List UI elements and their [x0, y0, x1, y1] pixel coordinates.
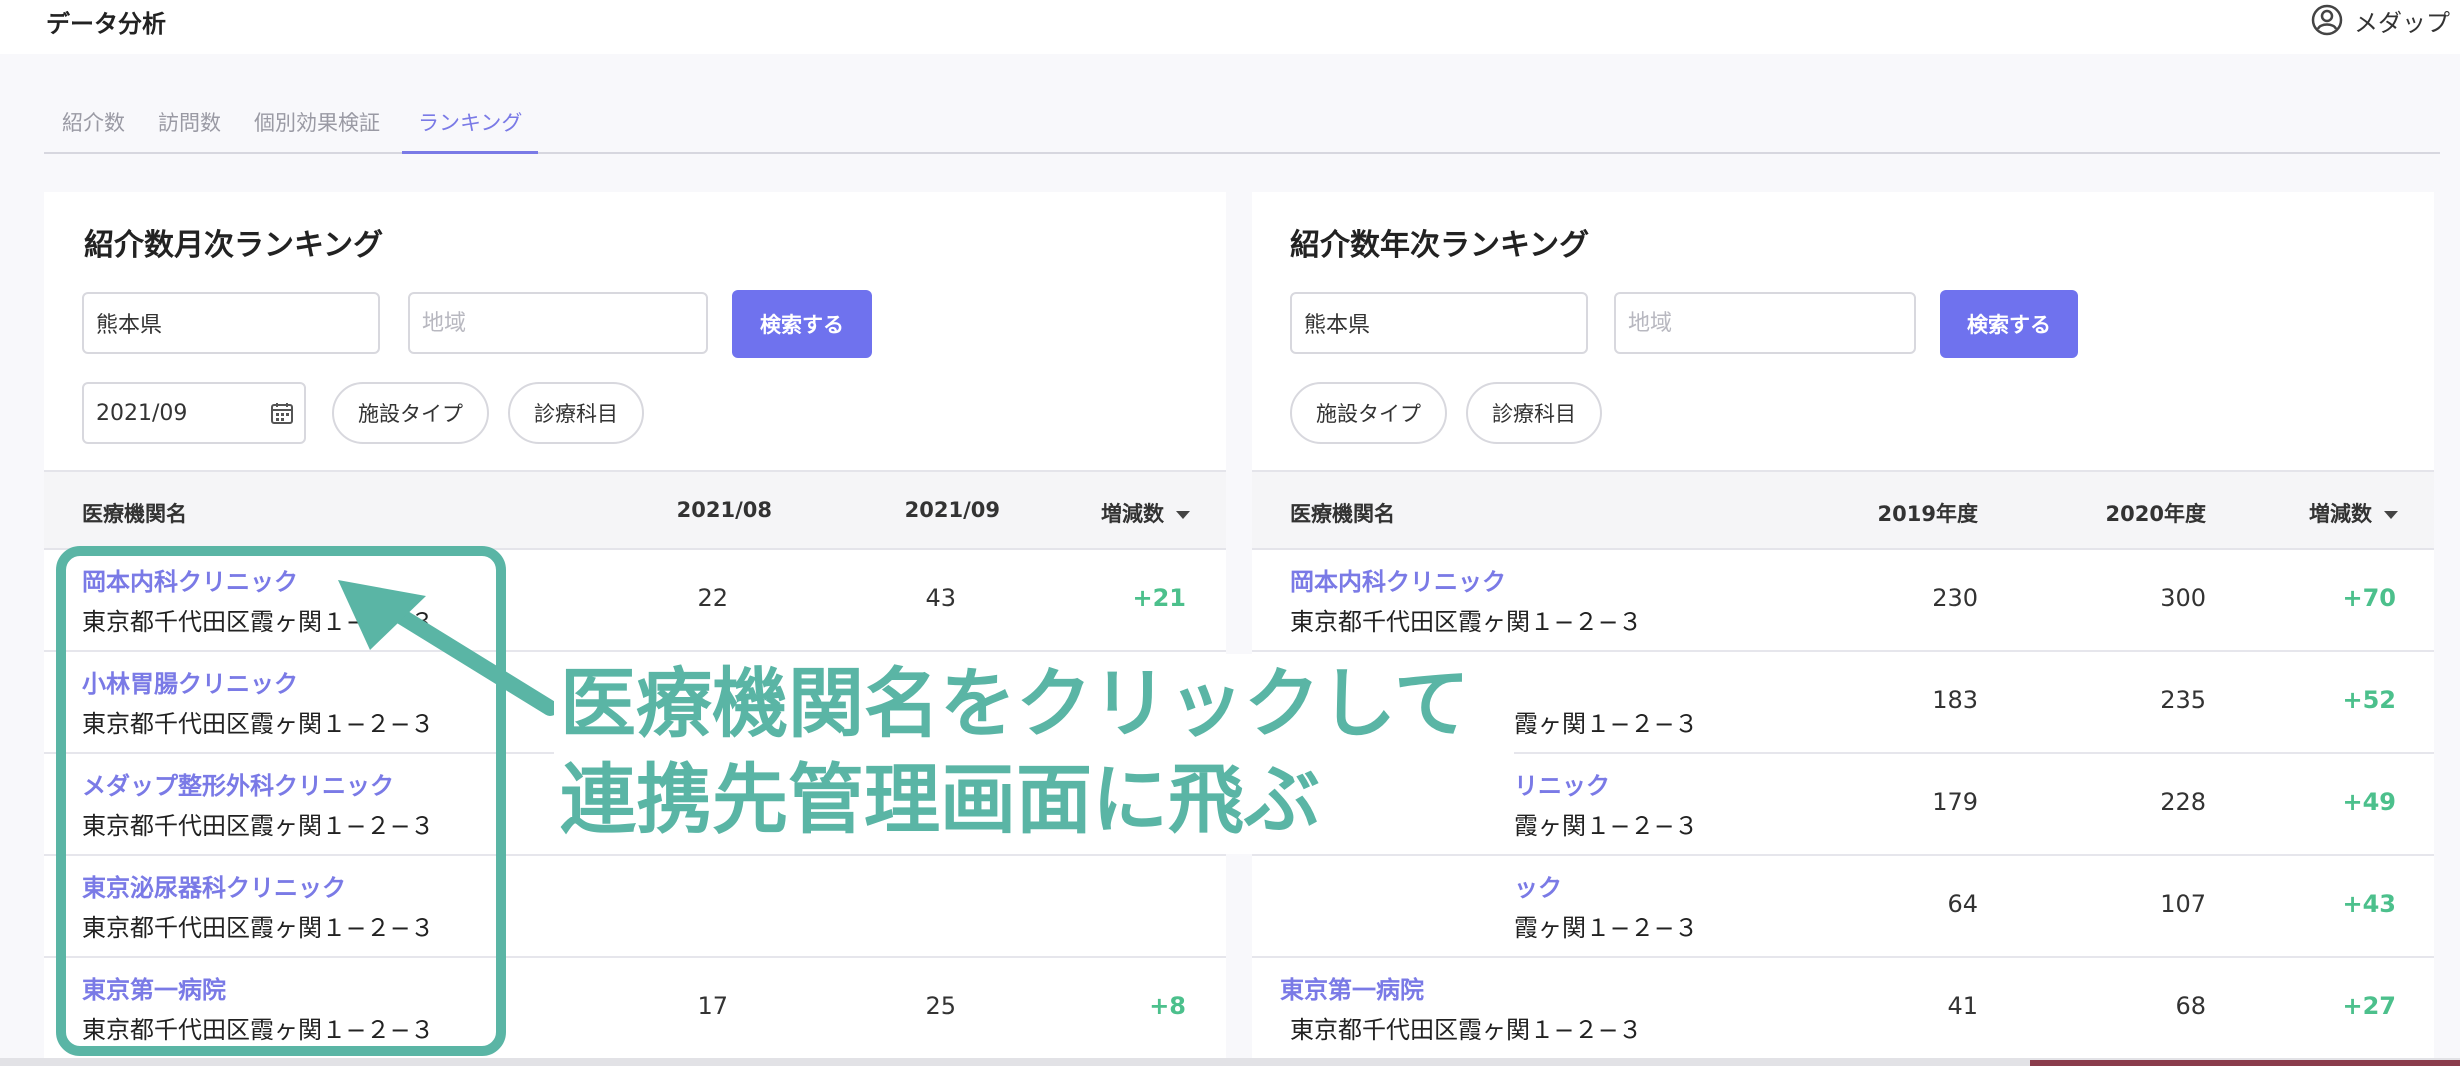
- prefecture-input[interactable]: [82, 292, 380, 354]
- table-row: 東京泌尿器科クリニック 東京都千代田区霞ヶ関１−２−３: [44, 856, 1226, 958]
- monthly-table-header: 医療機関名 2021/08 2021/09 増減数: [44, 470, 1226, 550]
- yearly-table-header: 医療機関名 2019年度 2020年度 増減数: [1252, 470, 2434, 550]
- curr-count: 25: [925, 992, 956, 1020]
- clinic-name-link[interactable]: メダップ整形外科クリニック: [82, 766, 394, 801]
- prev-count: 41: [1947, 992, 1978, 1020]
- clinic-address: 霞ヶ関１−２−３: [1514, 812, 1699, 840]
- curr-count: 68: [2175, 992, 2206, 1020]
- curr-count: 43: [925, 584, 956, 612]
- monthly-ranking-title: 紹介数月次ランキング: [84, 228, 384, 263]
- clinic-address: 東京都千代田区霞ヶ関１−２−３: [1290, 1016, 1643, 1044]
- clinic-name-link[interactable]: 岡本内科クリニック: [1290, 562, 1506, 597]
- clinic-address: 東京都千代田区霞ヶ関１−２−３: [82, 608, 435, 636]
- month-picker[interactable]: 2021/09: [82, 382, 306, 444]
- clinic-name-link[interactable]: リニック: [1514, 766, 1610, 801]
- column-header-diff: 増減数: [2309, 502, 2372, 526]
- annotation-line-2: 連携先管理画面に飛ぶ: [560, 755, 1320, 844]
- facility-type-filter[interactable]: 施設タイプ: [1290, 382, 1447, 444]
- tab-individual-effect[interactable]: 個別効果検証: [254, 108, 380, 154]
- diff-count: +70: [2342, 584, 2396, 612]
- curr-count: 107: [2160, 890, 2206, 918]
- diff-count: +49: [2342, 788, 2396, 816]
- column-header-prev: 2021/08: [676, 498, 772, 522]
- prev-count: 179: [1932, 788, 1978, 816]
- diff-count: +27: [2342, 992, 2396, 1020]
- curr-count: 235: [2160, 686, 2206, 714]
- column-header-diff: 増減数: [1101, 502, 1164, 526]
- clinic-name-link[interactable]: ック: [1514, 868, 1562, 903]
- curr-count: 228: [2160, 788, 2206, 816]
- app-title: データ分析: [46, 10, 166, 38]
- clinic-address: 東京都千代田区霞ヶ関１−２−３: [82, 1016, 435, 1044]
- column-header-prev: 2019年度: [1877, 502, 1978, 526]
- yearly-ranking-title: 紹介数年次ランキング: [1290, 228, 1590, 263]
- clinic-name-link[interactable]: 岡本内科クリニック: [82, 562, 298, 597]
- clinic-address: 霞ヶ関１−２−３: [1514, 914, 1699, 942]
- clinic-address: 東京都千代田区霞ヶ関１−２−３: [1290, 608, 1643, 636]
- month-value: 2021/09: [96, 400, 188, 426]
- department-filter[interactable]: 診療科目: [508, 382, 644, 444]
- user-account-icon: [2311, 4, 2343, 36]
- diff-count: +8: [1149, 992, 1186, 1020]
- annotation-callout: 医療機関名をクリックして 連携先管理画面に飛ぶ: [560, 656, 1520, 848]
- tab-bar: 紹介数 訪問数 個別効果検証 ランキング: [44, 100, 2440, 154]
- diff-count: +21: [1132, 584, 1186, 612]
- curr-count: 300: [2160, 584, 2206, 612]
- search-button[interactable]: 検索する: [732, 290, 872, 358]
- column-header-diff-sort[interactable]: 増減数: [2309, 498, 2398, 528]
- diff-count: +52: [2342, 686, 2396, 714]
- tab-referrals[interactable]: 紹介数: [62, 108, 125, 154]
- clinic-address: 霞ヶ関１−２−３: [1514, 710, 1699, 738]
- column-header-curr: 2020年度: [2105, 502, 2206, 526]
- prev-count: 22: [697, 584, 728, 612]
- diff-count: +43: [2342, 890, 2396, 918]
- yearly-ranking-card: 紹介数年次ランキング 検索する 施設タイプ 診療科目 医療機関名 2019年度 …: [1252, 192, 2434, 1066]
- clinic-name-link[interactable]: 東京第一病院: [1280, 970, 1424, 1005]
- prev-count: 183: [1932, 686, 1978, 714]
- search-button[interactable]: 検索する: [1940, 290, 2078, 358]
- annotation-line-1: 医療機関名をクリックして: [560, 659, 1470, 748]
- column-header-diff-sort[interactable]: 増減数: [1101, 498, 1190, 528]
- table-row: 東京第一病院 東京都千代田区霞ヶ関１−２−３ 41 68 +27: [1252, 958, 2434, 1060]
- user-menu[interactable]: メダップ: [2310, 2, 2450, 38]
- region-input[interactable]: [1614, 292, 1916, 354]
- table-row: 岡本内科クリニック 東京都千代田区霞ヶ関１−２−３ 22 43 +21: [44, 550, 1226, 652]
- monthly-ranking-card: 紹介数月次ランキング 検索する 2021/09 施設タイプ 診療科目 医療機関名…: [44, 192, 1226, 1066]
- tab-ranking[interactable]: ランキング: [402, 108, 539, 154]
- user-name: メダップ: [2354, 8, 2450, 37]
- clinic-name-link[interactable]: 小林胃腸クリニック: [82, 664, 298, 699]
- bottom-accent-bar: [2030, 1060, 2460, 1066]
- sort-down-icon: [1176, 511, 1190, 519]
- prefecture-input[interactable]: [1290, 292, 1588, 354]
- table-row: 東京第一病院 東京都千代田区霞ヶ関１−２−３ 17 25 +8: [44, 958, 1226, 1060]
- calendar-icon: [271, 403, 293, 424]
- table-row: ック 霞ヶ関１−２−３ 64 107 +43: [1252, 856, 2434, 958]
- table-row: 岡本内科クリニック 東京都千代田区霞ヶ関１−２−３ 230 300 +70: [1252, 550, 2434, 652]
- prev-count: 17: [697, 992, 728, 1020]
- column-header-name: 医療機関名: [1290, 502, 1395, 526]
- prev-count: 230: [1932, 584, 1978, 612]
- department-filter[interactable]: 診療科目: [1466, 382, 1602, 444]
- region-input[interactable]: [408, 292, 708, 354]
- clinic-address: 東京都千代田区霞ヶ関１−２−３: [82, 812, 435, 840]
- clinic-name-link[interactable]: 東京第一病院: [82, 970, 226, 1005]
- top-bar: データ分析 メダップ: [0, 0, 2460, 54]
- prev-count: 64: [1947, 890, 1978, 918]
- clinic-address: 東京都千代田区霞ヶ関１−２−３: [82, 710, 435, 738]
- facility-type-filter[interactable]: 施設タイプ: [332, 382, 489, 444]
- column-header-curr: 2021/09: [904, 498, 1000, 522]
- clinic-name-link[interactable]: 東京泌尿器科クリニック: [82, 868, 346, 903]
- column-header-name: 医療機関名: [82, 502, 187, 526]
- sort-down-icon: [2384, 511, 2398, 519]
- clinic-address: 東京都千代田区霞ヶ関１−２−３: [82, 914, 435, 942]
- tab-visits[interactable]: 訪問数: [158, 108, 221, 154]
